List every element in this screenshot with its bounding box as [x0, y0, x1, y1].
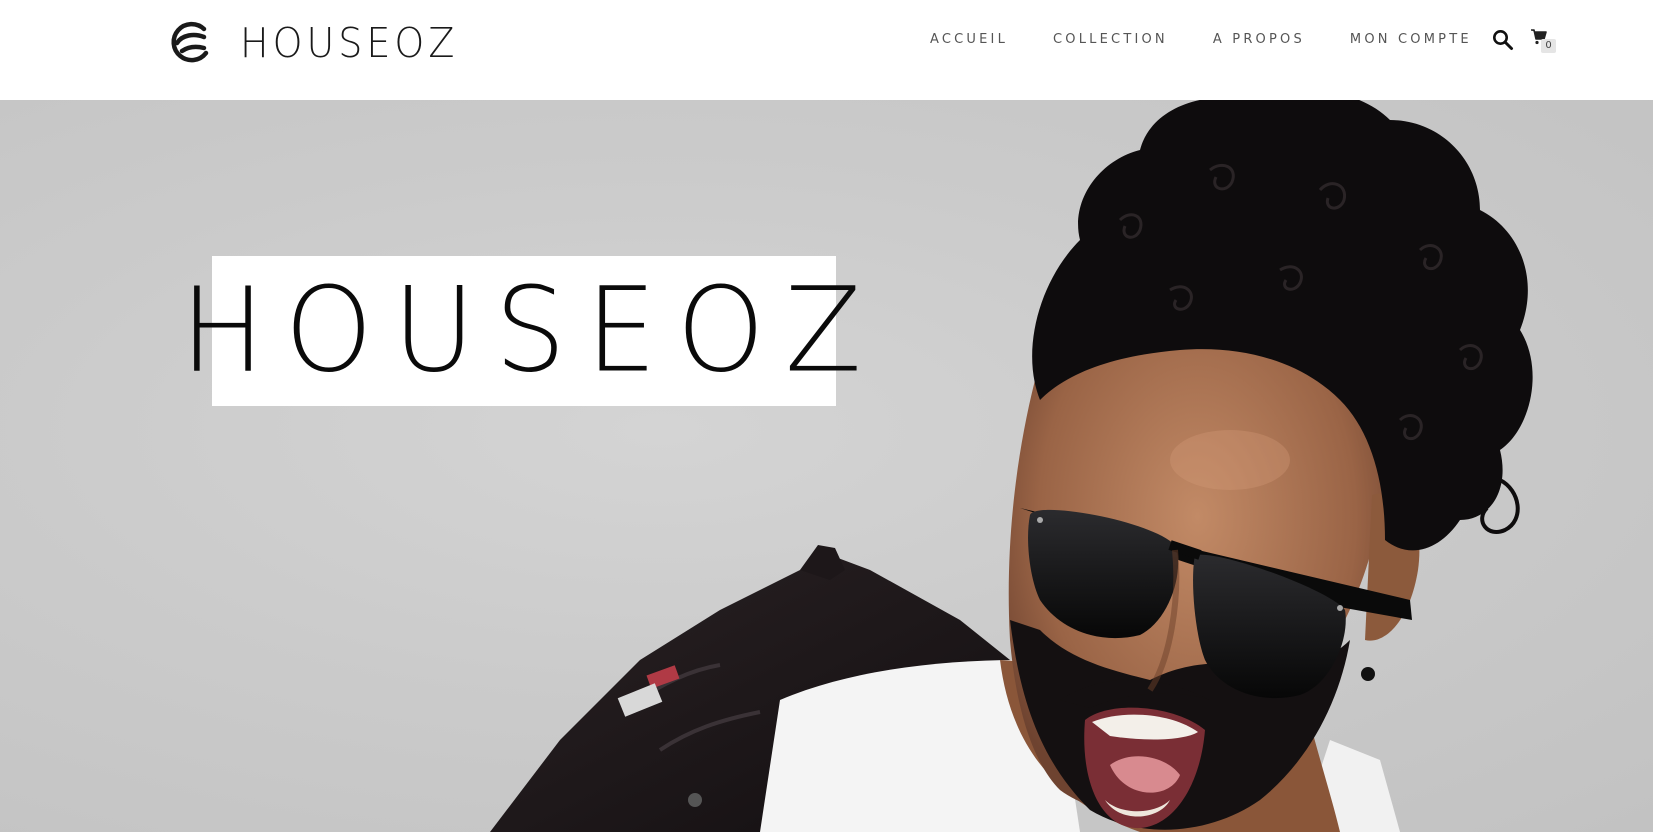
nav-item-a-propos[interactable]: A PROPOS	[1213, 32, 1305, 47]
cart-count-badge: 0	[1541, 39, 1556, 53]
houseoz-logo-mark-icon	[171, 21, 209, 63]
main-nav: ACCUEIL COLLECTION A PROPOS MON COMPTE	[930, 32, 1472, 47]
hero-logo-text: HOUSEOZ	[180, 263, 882, 399]
cart-button[interactable]: 0	[1530, 28, 1560, 56]
logo-wordmark: HOUSEOZ	[240, 19, 459, 67]
nav-item-collection[interactable]: COLLECTION	[1053, 32, 1168, 47]
site-logo[interactable]: HOUSEOZ	[168, 20, 458, 66]
hero-banner: HOUSEOZ	[0, 100, 1653, 832]
nav-item-mon-compte[interactable]: MON COMPTE	[1350, 32, 1472, 47]
hero-photo	[490, 100, 1533, 832]
search-button[interactable]	[1492, 29, 1514, 51]
site-header: HOUSEOZ ACCUEIL COLLECTION A PROPOS MON …	[0, 0, 1653, 100]
nav-item-accueil[interactable]: ACCUEIL	[930, 32, 1008, 47]
hero-logo-panel: HOUSEOZ	[180, 256, 882, 406]
search-icon	[1493, 30, 1513, 50]
